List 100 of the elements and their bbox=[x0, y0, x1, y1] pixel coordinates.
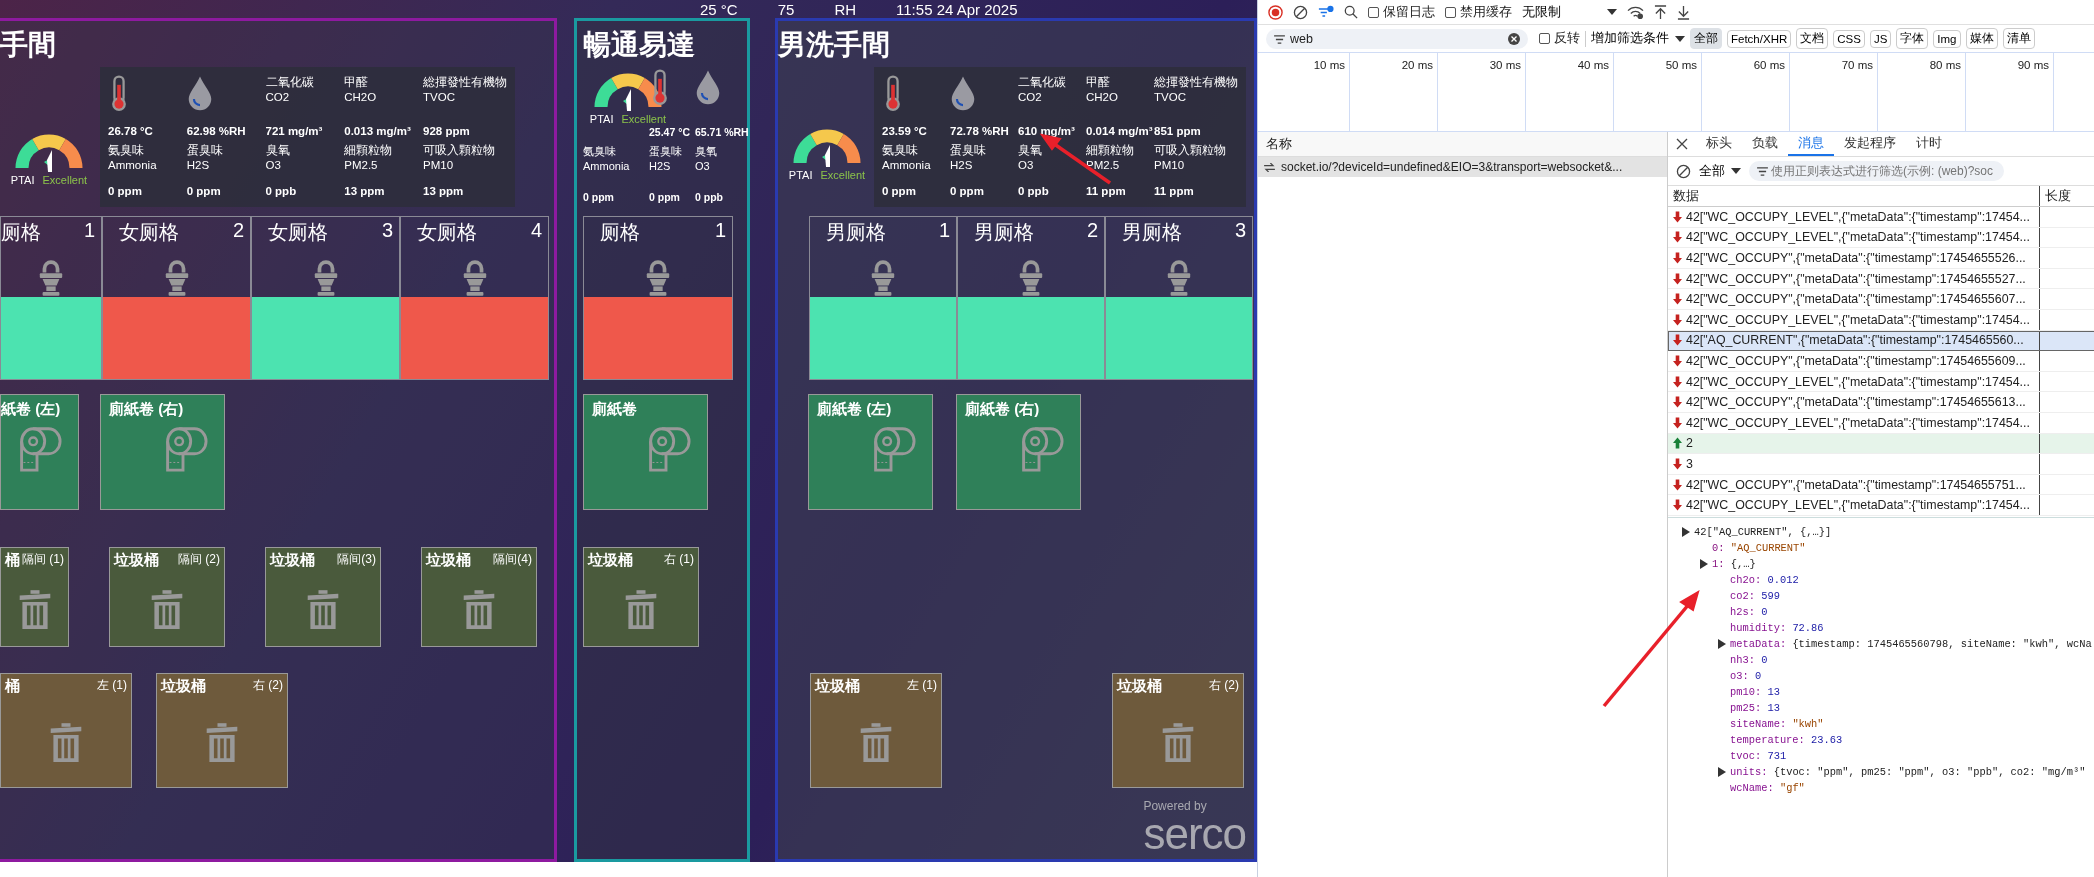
bin-location: 隔间 (2) bbox=[178, 551, 220, 568]
option-checkbox[interactable]: 保留日志 bbox=[1368, 3, 1435, 21]
message-row[interactable]: 3 bbox=[1668, 454, 2094, 475]
sensor-label: 臭氧 O3 bbox=[1018, 143, 1043, 173]
stall-number: 1 bbox=[714, 219, 726, 243]
paper-roll-label: 紙卷 (左) bbox=[1, 399, 62, 419]
record-stop-icon[interactable] bbox=[1268, 4, 1283, 20]
type-filter-chip[interactable]: Img bbox=[1933, 29, 1961, 48]
message-row[interactable]: 42["AQ_CURRENT",{"metaData":{"timestamp":1745465560... bbox=[1668, 330, 2094, 352]
type-filter-chip[interactable]: 文档 bbox=[1796, 28, 1829, 49]
close-icon[interactable] bbox=[1676, 138, 1688, 150]
humidity-value: 62.98 %RH bbox=[186, 125, 247, 137]
message-filter-field[interactable]: 使用正则表达式进行筛选(示例: (web)?soc bbox=[1749, 161, 2004, 181]
gauge-label: PTAI bbox=[10, 174, 35, 186]
trash-bin-icon bbox=[48, 722, 84, 764]
sensor-label: 甲醛 CH2O bbox=[1086, 75, 1119, 105]
filter-icon bbox=[1757, 167, 1768, 176]
sensor-value: 0 ppm bbox=[186, 185, 222, 197]
paper-roll-label: 廁紙卷 (右) bbox=[964, 399, 1041, 419]
payload-line: 42["AQ_CURRENT", {,…}] bbox=[1694, 526, 1832, 538]
sensor-value: 0 ppb bbox=[1018, 185, 1050, 197]
dropdown-caret-icon bbox=[1607, 9, 1617, 15]
message-text: 3 bbox=[1686, 456, 1693, 471]
sensor-label: 細顆粒物 PM2.5 bbox=[1086, 143, 1135, 173]
expand-triangle-icon[interactable] bbox=[1700, 559, 1708, 569]
restroom-title: 手間 bbox=[0, 28, 57, 62]
filter-icon[interactable] bbox=[1318, 4, 1334, 20]
sensor-value: 11 ppm bbox=[1154, 185, 1195, 197]
detail-tab[interactable]: 计时 bbox=[1906, 132, 1952, 156]
message-row[interactable]: 2 bbox=[1668, 433, 2094, 455]
throttling-dropdown[interactable]: 无限制 bbox=[1522, 3, 1617, 21]
message-row[interactable]: 42["WC_OCCUPY",{"metaData":{"timestamp":17454655526... bbox=[1668, 248, 2094, 269]
message-text: 42["WC_OCCUPY_LEVEL",{"metaData":{"timestamp":17454... bbox=[1686, 312, 2030, 327]
detail-tab[interactable]: 负载 bbox=[1742, 132, 1788, 156]
bin-label: 垃圾桶 bbox=[270, 551, 315, 570]
type-filter-chip[interactable]: 字体 bbox=[1896, 28, 1929, 49]
payload-line: siteName: "kwh" bbox=[1730, 718, 1824, 730]
stall-label: 男厕格 bbox=[974, 220, 1034, 245]
bin-location: 隔间(3) bbox=[337, 551, 376, 568]
message-row[interactable]: 42["WC_OCCUPY_LEVEL",{"metaData":{"timestamp":17454... bbox=[1668, 207, 2094, 228]
type-filter-chip[interactable]: 全部 bbox=[1690, 28, 1722, 49]
sensor-label: 蛋臭味 H2S bbox=[649, 144, 683, 174]
trash-bin-icon bbox=[1160, 722, 1196, 764]
message-row[interactable]: 42["WC_OCCUPY_LEVEL",{"metaData":{"timestamp":17454... bbox=[1668, 495, 2094, 516]
option-checkbox[interactable]: 禁用缓存 bbox=[1445, 3, 1512, 21]
type-filter-chip[interactable]: 媒体 bbox=[1965, 28, 1998, 49]
download-icon[interactable] bbox=[1677, 4, 1690, 20]
bin-location: 右 (1) bbox=[664, 551, 694, 568]
message-text: 42["WC_OCCUPY",{"metaData":{"timestamp":17454655613... bbox=[1686, 395, 2026, 410]
message-row[interactable]: 42["WC_OCCUPY",{"metaData":{"timestamp":17454655527... bbox=[1668, 268, 2094, 290]
payload-line: metaData: {timestamp: 1745465560798, siteName: "kwh", wcNa bbox=[1730, 638, 2092, 650]
message-row[interactable]: 42["WC_OCCUPY",{"metaData":{"timestamp":17454655613... bbox=[1668, 392, 2094, 413]
more-filters-dropdown[interactable]: 增加筛选条件 bbox=[1591, 30, 1685, 47]
detail-tab[interactable]: 发起程序 bbox=[1834, 132, 1906, 156]
request-row[interactable]: socket.io/?deviceId=undefined&EIO=3&transport=websocket&... bbox=[1258, 157, 1667, 177]
upload-icon[interactable] bbox=[1654, 4, 1667, 20]
payload-line: tvoc: 731 bbox=[1730, 750, 1787, 762]
clear-icon[interactable] bbox=[1676, 163, 1691, 179]
clear-icon[interactable] bbox=[1293, 4, 1308, 20]
message-type-dropdown[interactable]: 全部 bbox=[1699, 162, 1741, 180]
detail-tab[interactable]: 消息 bbox=[1788, 132, 1834, 156]
type-filter-chip[interactable]: 清单 bbox=[2002, 28, 2035, 49]
message-row[interactable]: 42["WC_OCCUPY_LEVEL",{"metaData":{"timestamp":17454... bbox=[1668, 227, 2094, 249]
message-row[interactable]: 42["WC_OCCUPY",{"metaData":{"timestamp":17454655751... bbox=[1668, 474, 2094, 496]
air-quality-rating: Excellent bbox=[42, 174, 88, 186]
message-row[interactable]: 42["WC_OCCUPY_LEVEL",{"metaData":{"timestamp":17454... bbox=[1668, 309, 2094, 331]
payload-line: nh3: 0 bbox=[1730, 654, 1768, 666]
restroom-title: 男洗手間 bbox=[778, 28, 891, 62]
trash-bin-icon bbox=[149, 588, 185, 631]
search-icon[interactable] bbox=[1344, 5, 1358, 19]
sensor-value: 721 mg/m³ bbox=[265, 125, 324, 137]
message-row[interactable]: 42["WC_OCCUPY",{"metaData":{"timestamp":17454655609... bbox=[1668, 351, 2094, 372]
temperature-value: 25.47 °C bbox=[649, 126, 691, 138]
invert-checkbox[interactable]: 反转 bbox=[1539, 30, 1580, 47]
detail-tab[interactable]: 标头 bbox=[1696, 132, 1742, 156]
message-row[interactable]: 42["WC_OCCUPY_LEVEL",{"metaData":{"timestamp":17454... bbox=[1668, 371, 2094, 393]
bin-label: 垃圾桶 bbox=[114, 551, 159, 570]
message-text: 42["WC_OCCUPY",{"metaData":{"timestamp":17454655527... bbox=[1686, 271, 2026, 286]
message-row[interactable]: 42["WC_OCCUPY",{"metaData":{"timestamp":17454655607... bbox=[1668, 289, 2094, 310]
message-text: 42["WC_OCCUPY_LEVEL",{"metaData":{"timestamp":17454... bbox=[1686, 498, 2030, 513]
expand-triangle-icon[interactable] bbox=[1718, 639, 1726, 649]
sensor-value: 610 mg/m³ bbox=[1018, 125, 1076, 137]
expand-triangle-icon[interactable] bbox=[1682, 527, 1690, 537]
message-row[interactable]: 42["WC_OCCUPY_LEVEL",{"metaData":{"timestamp":17454... bbox=[1668, 412, 2094, 434]
temperature-value: 26.78 °C bbox=[108, 125, 154, 137]
payload-line: h2s: 0 bbox=[1730, 606, 1768, 618]
toilet-icon bbox=[37, 259, 65, 297]
expand-triangle-icon[interactable] bbox=[1718, 767, 1726, 777]
type-filter-chip[interactable]: JS bbox=[1869, 29, 1892, 48]
timeline-tick: 10 ms bbox=[1313, 59, 1345, 71]
message-text: 42["WC_OCCUPY",{"metaData":{"timestamp":17454655751... bbox=[1686, 477, 2026, 492]
dropdown-caret-icon bbox=[1675, 35, 1685, 42]
type-filter-chip[interactable]: CSS bbox=[1833, 29, 1865, 48]
filter-field[interactable]: web bbox=[1266, 28, 1528, 49]
outdoor-temperature: 25 °C bbox=[700, 1, 738, 18]
clear-icon[interactable] bbox=[1508, 32, 1520, 45]
network-settings-icon[interactable] bbox=[1627, 4, 1644, 20]
sensor-value: 0 ppm bbox=[108, 185, 143, 197]
stall-number: 3 bbox=[381, 219, 393, 243]
type-filter-chip[interactable]: Fetch/XHR bbox=[1727, 29, 1792, 48]
